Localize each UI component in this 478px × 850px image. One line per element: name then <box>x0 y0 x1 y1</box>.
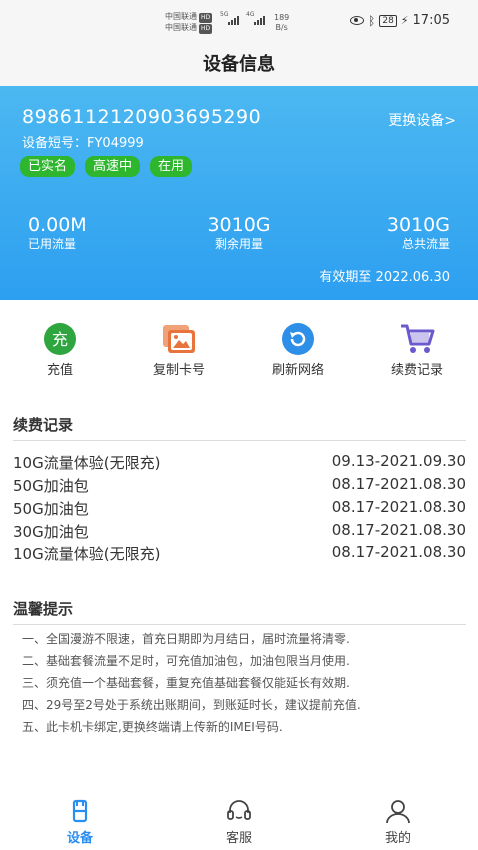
carrier-1: 中国联通 <box>165 12 197 21</box>
tip-item: 五、此卡机卡绑定,更换终端请上传新的IMEI号码. <box>22 720 283 734</box>
recharge-label: 充值 <box>46 363 73 378</box>
bluetooth-icon: ᛒ <box>368 13 376 28</box>
device-iccid: 8986112120903695290 <box>22 106 262 128</box>
record-name: 50G加油包 <box>13 500 89 518</box>
speed-unit: B/s <box>275 23 288 32</box>
record-row: 50G加油包 08.17-2021.08.30 <box>13 475 466 497</box>
tab-device[interactable]: 设备 <box>30 798 130 846</box>
badge-in-use: 在用 <box>150 156 193 177</box>
record-date: 08.17-2021.08.30 <box>331 498 466 516</box>
status-time: 17:05 <box>412 13 450 28</box>
record-row: 30G加油包 08.17-2021.08.30 <box>13 521 466 543</box>
change-device-link[interactable]: 更换设备> <box>388 110 456 130</box>
badge-high-speed: 高速中 <box>85 156 141 177</box>
validity-date: 有效期至 2022.06.30 <box>319 270 450 285</box>
carrier-info: 中国联通 HD 中国联通 HD <box>165 12 213 34</box>
record-row: 50G加油包 08.17-2021.08.30 <box>13 498 466 520</box>
refresh-network-label: 刷新网络 <box>271 363 324 378</box>
tab-customer-service[interactable]: 客服 <box>189 798 289 846</box>
headset-icon <box>224 798 254 824</box>
total-traffic: 3010G 总共流量 <box>387 214 450 252</box>
refresh-icon <box>280 322 316 356</box>
quick-actions: 充 充值 复制卡号 刷新网络 续费记录 <box>0 322 478 382</box>
tip-item: 四、29号至2号处于系统出账期间，到账延时长，建议提前充值. <box>22 698 361 712</box>
status-badges: 已实名 高速中 在用 <box>20 156 193 177</box>
record-date: 08.17-2021.08.30 <box>331 543 466 561</box>
tab-mine[interactable]: 我的 <box>348 798 448 846</box>
record-row: 10G流量体验(无限充) 08.17-2021.08.30 <box>13 543 466 565</box>
tip-item: 二、基础套餐流量不足时，可充值加油包，加油包限当月使用. <box>22 654 350 668</box>
total-traffic-label: 总共流量 <box>401 237 450 251</box>
cart-icon <box>399 322 435 356</box>
total-traffic-value: 3010G <box>386 214 450 236</box>
records-section-title: 续费记录 <box>13 416 74 434</box>
copy-card-icon <box>161 322 197 356</box>
network-speed: 189 B/s <box>274 13 289 33</box>
record-date: 08.17-2021.08.30 <box>331 475 466 493</box>
user-icon <box>383 798 413 824</box>
record-name: 10G流量体验(无限充) <box>13 454 161 472</box>
record-name: 30G加油包 <box>13 523 89 541</box>
hd-badge-1: HD <box>199 13 213 23</box>
svg-text:充: 充 <box>52 330 68 349</box>
status-bar: 中国联通 HD 中国联通 HD 5G 4G 189 B/s ᛒ 28 ⚡ 17:05 <box>0 0 478 38</box>
record-date: 09.13-2021.09.30 <box>331 452 466 470</box>
record-name: 10G流量体验(无限充) <box>13 545 161 563</box>
tab-customer-service-label: 客服 <box>225 831 252 846</box>
hd-badge-2: HD <box>199 24 213 34</box>
recharge-button[interactable]: 充 充值 <box>15 322 105 378</box>
status-right: ᛒ 28 ⚡ 17:05 <box>350 13 450 28</box>
renewal-records-label: 续费记录 <box>390 363 443 378</box>
bottom-tab-bar: 设备 客服 我的 <box>0 790 478 850</box>
tip-item: 三、须充值一个基础套餐，重复充值基础套餐仅能延长有效期. <box>22 676 350 690</box>
signal-icon-1 <box>228 15 239 25</box>
signal-icon-2 <box>254 15 265 25</box>
tips-divider <box>13 624 466 625</box>
recharge-icon: 充 <box>42 322 78 356</box>
renewal-records-button[interactable]: 续费记录 <box>372 322 462 378</box>
badge-verified: 已实名 <box>20 156 76 177</box>
tab-device-label: 设备 <box>66 831 93 846</box>
device-short-code: 设备短号：FY04999 <box>22 136 144 151</box>
tip-item: 一、全国漫游不限速，首充日期即为月结日，届时流量将清零. <box>22 632 350 646</box>
carrier-2: 中国联通 <box>165 23 197 32</box>
battery-icon: 28 <box>379 14 397 27</box>
record-name: 50G加油包 <box>13 477 89 495</box>
eye-icon <box>350 16 365 25</box>
device-card: 8986112120903695290 设备短号：FY04999 更换设备> 已… <box>0 86 478 300</box>
tips-section-title: 温馨提示 <box>13 600 74 618</box>
nav-bar: 设备信息 <box>0 38 478 86</box>
copy-card-label: 复制卡号 <box>152 363 205 378</box>
page-title: 设备信息 <box>203 54 275 75</box>
record-row: 10G流量体验(无限充) 09.13-2021.09.30 <box>13 452 466 474</box>
refresh-network-button[interactable]: 刷新网络 <box>253 322 343 378</box>
speed-value: 189 <box>274 13 290 22</box>
charging-icon: ⚡ <box>400 14 409 27</box>
records-divider <box>13 440 466 441</box>
copy-card-button[interactable]: 复制卡号 <box>134 322 224 378</box>
device-icon <box>65 798 95 824</box>
record-date: 08.17-2021.08.30 <box>331 521 466 539</box>
tab-mine-label: 我的 <box>384 831 411 846</box>
